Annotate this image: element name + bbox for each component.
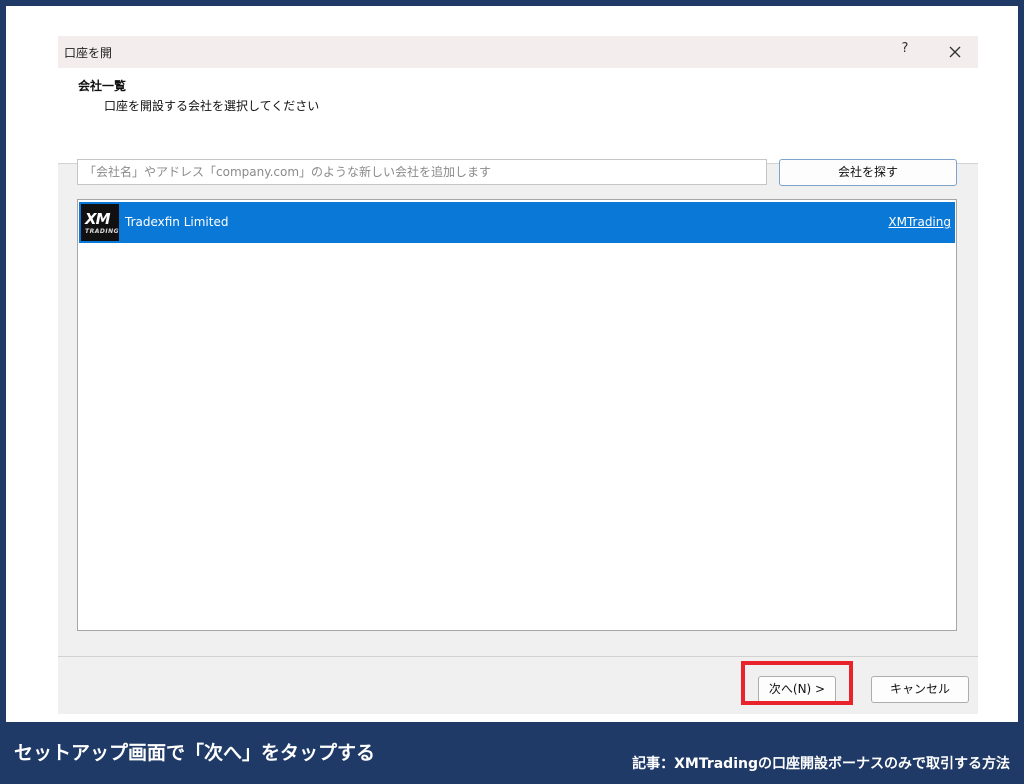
instruction-caption: セットアップ画面で「次へ」をタップする <box>14 742 376 764</box>
cancel-button[interactable]: キャンセル <box>871 676 969 703</box>
xm-logo-icon: XM TRADING <box>81 204 119 241</box>
next-button-highlight <box>741 661 853 705</box>
company-name: Tradexfin Limited <box>125 215 229 229</box>
close-icon <box>949 46 961 58</box>
section-title: 会社一覧 <box>78 79 127 93</box>
company-list[interactable]: XM TRADING Tradexfin Limited XMTrading <box>77 199 957 631</box>
logo-text: XM <box>85 210 110 228</box>
logo-subtext: TRADING <box>85 228 120 235</box>
dialog-titlebar: 口座を開 ? <box>58 36 978 68</box>
open-account-dialog: 口座を開 ? 会社一覧 口座を開設する会社を選択してください 会社を探す XM … <box>58 36 978 714</box>
company-link[interactable]: XMTrading <box>888 215 951 229</box>
find-company-button[interactable]: 会社を探す <box>779 159 957 186</box>
close-button[interactable] <box>938 40 972 64</box>
section-subtitle: 口座を開設する会社を選択してください <box>104 99 320 113</box>
screenshot-panel: 口座を開 ? 会社一覧 口座を開設する会社を選択してください 会社を探す XM … <box>6 6 1018 722</box>
company-list-item[interactable]: XM TRADING Tradexfin Limited XMTrading <box>79 202 955 243</box>
dialog-header <box>58 68 978 164</box>
dialog-title: 口座を開 <box>64 46 113 60</box>
company-search-input[interactable] <box>77 159 767 185</box>
help-button[interactable]: ? <box>898 41 912 56</box>
article-caption: 記事：XMTradingの口座開設ボーナスのみで取引する方法 <box>632 756 1010 772</box>
footer-divider <box>58 656 978 657</box>
